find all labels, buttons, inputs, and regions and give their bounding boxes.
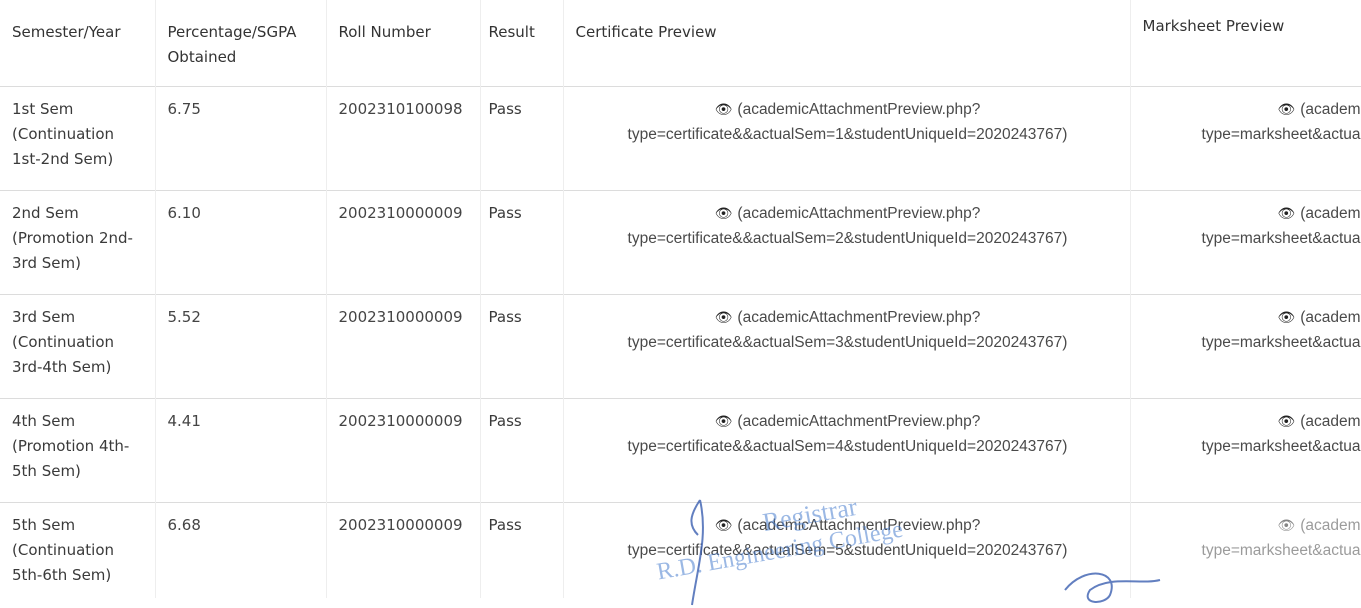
- eye-icon: 👁: [714, 100, 733, 117]
- mark-link-line1: (academ: [1300, 308, 1361, 326]
- eye-icon: 👁: [1277, 516, 1296, 533]
- cell-roll-number: 2002310000009: [326, 189, 481, 294]
- cert-link-line1: (academicAttachmentPreview.php?: [737, 516, 981, 534]
- cert-link-line2: type=certificate&&actualSem=5&studentUni…: [627, 541, 1068, 559]
- cell-result: Pass: [480, 85, 564, 190]
- cert-link-line2: type=certificate&&actualSem=1&studentUni…: [627, 125, 1068, 143]
- eye-icon: 👁: [714, 204, 733, 221]
- cell-roll-number: 2002310000009: [326, 397, 481, 502]
- marksheet-preview-link[interactable]: 👁 (academ type=marksheet&actua: [1130, 397, 1361, 502]
- certificate-preview-link[interactable]: 👁 (academicAttachmentPreview.php? type=ce…: [563, 85, 1131, 190]
- mark-link-line2: type=marksheet&actua: [1201, 333, 1361, 351]
- certificate-preview-link[interactable]: 👁 (academicAttachmentPreview.php? type=ce…: [563, 501, 1131, 598]
- certificate-preview-link[interactable]: 👁 (academicAttachmentPreview.php? type=ce…: [563, 397, 1131, 502]
- eye-icon: 👁: [1277, 308, 1296, 325]
- table-row: 1st Sem (Continuation 1st-2nd Sem) 6.75 …: [0, 85, 1361, 190]
- eye-icon: 👁: [714, 412, 733, 429]
- cell-semester: 3rd Sem (Continuation 3rd-4th Sem): [0, 293, 156, 398]
- cell-roll-number: 2002310000009: [326, 293, 481, 398]
- header-marksheet-preview: Marksheet Preview: [1130, 0, 1361, 86]
- cert-link-line2: type=certificate&&actualSem=2&studentUni…: [627, 229, 1068, 247]
- cert-link-line1: (academicAttachmentPreview.php?: [737, 100, 981, 118]
- eye-icon: 👁: [1277, 204, 1296, 221]
- cert-link-line1: (academicAttachmentPreview.php?: [737, 308, 981, 326]
- cell-percentage: 6.75: [155, 85, 327, 190]
- marksheet-preview-link[interactable]: 👁 (academ type=marksheet&actua: [1130, 189, 1361, 294]
- cert-link-line2: type=certificate&&actualSem=3&studentUni…: [627, 333, 1068, 351]
- cell-result: Pass: [480, 501, 564, 598]
- cert-link-line1: (academicAttachmentPreview.php?: [737, 204, 981, 222]
- mark-link-line2: type=marksheet&actua: [1201, 437, 1361, 455]
- marksheet-preview-link[interactable]: 👁 (academ type=marksheet&actua: [1130, 293, 1361, 398]
- mark-link-line2: type=marksheet&actua: [1201, 541, 1361, 559]
- signature-right: [1064, 572, 1161, 603]
- mark-link-line1: (academ: [1300, 412, 1361, 430]
- header-roll-number: Roll Number: [326, 0, 481, 86]
- cell-result: Pass: [480, 293, 564, 398]
- cell-result: Pass: [480, 189, 564, 294]
- cell-semester: 2nd Sem (Promotion 2nd-3rd Sem): [0, 189, 156, 294]
- eye-icon: 👁: [1277, 412, 1296, 429]
- header-certificate-preview: Certificate Preview: [563, 0, 1131, 86]
- table-row: 2nd Sem (Promotion 2nd-3rd Sem) 6.10 200…: [0, 189, 1361, 294]
- eye-icon: 👁: [714, 308, 733, 325]
- cert-link-line1: (academicAttachmentPreview.php?: [737, 412, 981, 430]
- mark-link-line2: type=marksheet&actua: [1201, 125, 1361, 143]
- cell-result: Pass: [480, 397, 564, 502]
- eye-icon: 👁: [1277, 100, 1296, 117]
- table-row: 4th Sem (Promotion 4th-5th Sem) 4.41 200…: [0, 397, 1361, 502]
- cert-link-line2: type=certificate&&actualSem=4&studentUni…: [627, 437, 1068, 455]
- cell-percentage: 4.41: [155, 397, 327, 502]
- cell-roll-number: 2002310000009: [326, 501, 481, 598]
- cell-semester: 4th Sem (Promotion 4th-5th Sem): [0, 397, 156, 502]
- certificate-preview-link[interactable]: 👁 (academicAttachmentPreview.php? type=ce…: [563, 189, 1131, 294]
- header-semester: Semester/Year: [0, 0, 156, 86]
- header-result: Result: [480, 0, 564, 86]
- certificate-preview-link[interactable]: 👁 (academicAttachmentPreview.php? type=ce…: [563, 293, 1131, 398]
- signature-left: [690, 499, 704, 606]
- cell-semester: 1st Sem (Continuation 1st-2nd Sem): [0, 85, 156, 190]
- mark-link-line1: (academ: [1300, 204, 1361, 222]
- cell-percentage: 6.10: [155, 189, 327, 294]
- cell-roll-number: 2002310100098: [326, 85, 481, 190]
- table-row: 3rd Sem (Continuation 3rd-4th Sem) 5.52 …: [0, 293, 1361, 398]
- header-percentage: Percentage/SGPA Obtained: [155, 0, 327, 86]
- mark-link-line2: type=marksheet&actua: [1201, 229, 1361, 247]
- marksheet-preview-link[interactable]: 👁 (academ type=marksheet&actua: [1130, 85, 1361, 190]
- table-header-row: Semester/Year Percentage/SGPA Obtained R…: [0, 0, 1361, 86]
- mark-link-line1: (academ: [1300, 516, 1361, 534]
- cell-percentage: 6.68: [155, 501, 327, 598]
- mark-link-line1: (academ: [1300, 100, 1361, 118]
- cell-percentage: 5.52: [155, 293, 327, 398]
- cell-semester: 5th Sem (Continuation 5th-6th Sem): [0, 501, 156, 598]
